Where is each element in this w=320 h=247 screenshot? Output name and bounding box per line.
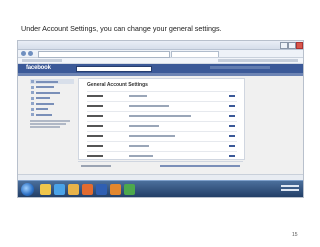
credit-card-icon (31, 102, 34, 105)
facebook-header: facebook (18, 64, 303, 73)
header-links[interactable] (210, 66, 270, 69)
page-number: 15 (292, 232, 298, 238)
sidebar-item-notifications[interactable] (30, 90, 74, 95)
ie-icon[interactable] (54, 184, 65, 195)
sidebar-item-general[interactable] (30, 79, 74, 84)
system-tray-clock[interactable] (281, 185, 299, 193)
settings-table (87, 91, 237, 161)
favorites-items[interactable] (22, 59, 62, 62)
settings-row[interactable] (87, 131, 237, 141)
forward-icon[interactable] (28, 51, 33, 56)
edit-link[interactable] (229, 155, 235, 157)
back-icon[interactable] (21, 51, 26, 56)
sidebar-item-mobile[interactable] (30, 96, 74, 101)
caption: Under Account Settings, you can change y… (21, 24, 222, 33)
edit-link[interactable] (229, 145, 235, 147)
start-button[interactable] (21, 183, 34, 196)
word-icon[interactable] (96, 184, 107, 195)
settings-row[interactable] (87, 141, 237, 151)
maximize-button[interactable] (288, 42, 296, 49)
gear-icon (31, 80, 34, 83)
media-icon[interactable] (82, 184, 93, 195)
footer-links[interactable] (160, 165, 240, 167)
browser-tab[interactable] (171, 51, 219, 57)
settings-row[interactable] (87, 111, 237, 121)
minimize-button[interactable] (280, 42, 288, 49)
edit-link[interactable] (229, 105, 235, 107)
phone-icon (31, 96, 34, 100)
settings-panel: General Account Settings (78, 78, 245, 160)
taskbar (18, 180, 303, 197)
facebook-logo[interactable]: facebook (26, 65, 51, 71)
edit-link[interactable] (229, 115, 235, 117)
facebook-page: facebook General Account Settings (18, 64, 303, 174)
screenshot: facebook General Account Settings (17, 40, 304, 198)
sidebar-item-payments[interactable] (30, 101, 74, 106)
edit-link[interactable] (229, 125, 235, 127)
bell-icon (31, 91, 34, 94)
page-title: General Account Settings (87, 82, 148, 88)
sidebar-note (30, 120, 74, 128)
chrome-icon[interactable] (124, 184, 135, 195)
sidebar-item-apps[interactable] (30, 107, 74, 112)
settings-sidebar (30, 79, 74, 129)
sidebar-item-security[interactable] (30, 85, 74, 90)
settings-row[interactable] (87, 101, 237, 111)
settings-row[interactable] (87, 91, 237, 101)
command-bar[interactable] (218, 59, 298, 62)
apps-icon (31, 107, 34, 111)
address-bar[interactable] (38, 51, 170, 58)
edit-link[interactable] (229, 95, 235, 97)
close-button[interactable] (296, 42, 303, 49)
page-footer (78, 161, 243, 170)
browser-title-bar (18, 41, 303, 50)
explorer-icon[interactable] (40, 184, 51, 195)
settings-row[interactable] (87, 121, 237, 131)
footer-copyright (81, 165, 111, 167)
edit-link[interactable] (229, 135, 235, 137)
folder-icon[interactable] (68, 184, 79, 195)
search-input[interactable] (76, 66, 152, 72)
sidebar-item-ads[interactable] (30, 112, 74, 117)
firefox-icon[interactable] (110, 184, 121, 195)
browser-toolbar (18, 50, 303, 58)
ads-icon (31, 113, 34, 116)
shield-icon (31, 85, 34, 89)
settings-row[interactable] (87, 151, 237, 161)
header-subbar (18, 73, 303, 76)
